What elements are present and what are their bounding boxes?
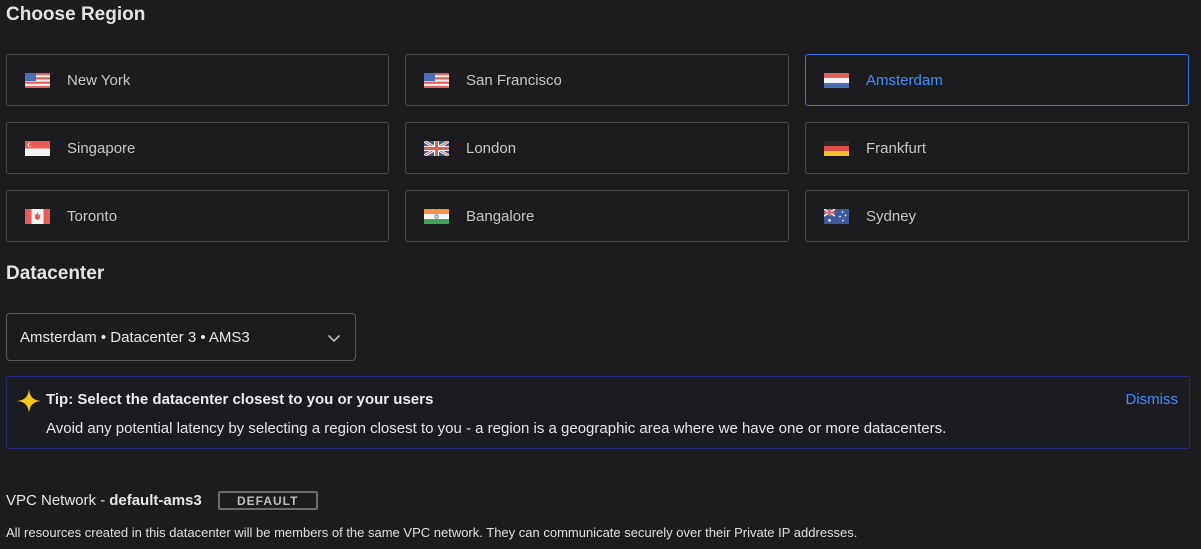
datacenter-title: Datacenter — [6, 263, 105, 284]
netherlands-flag-icon — [824, 72, 849, 88]
region-label: Frankfurt — [866, 139, 927, 157]
vpc-label: VPC Network - — [6, 492, 106, 509]
australia-flag-icon — [824, 208, 849, 224]
vpc-description: All resources created in this datacenter… — [6, 525, 858, 540]
region-card-london[interactable]: London — [405, 122, 789, 174]
region-card-frankfurt[interactable]: Frankfurt — [805, 122, 1189, 174]
datacenter-select-value: Amsterdam • Datacenter 3 • AMS3 — [20, 328, 250, 346]
region-card-san-francisco[interactable]: San Francisco — [405, 54, 789, 106]
choose-region-title: Choose Region — [6, 4, 146, 25]
region-label: Amsterdam — [866, 71, 943, 89]
tip-body: Avoid any potential latency by selecting… — [46, 420, 947, 437]
india-flag-icon — [424, 208, 449, 224]
region-label: Toronto — [67, 207, 118, 225]
region-label: Bangalore — [466, 207, 535, 225]
sparkle-icon — [17, 389, 41, 413]
region-card-amsterdam[interactable]: Amsterdam — [805, 54, 1189, 106]
region-label: Singapore — [67, 139, 136, 157]
uk-flag-icon — [424, 140, 449, 156]
vpc-network-row: VPC Network - default-ams3 DEFAULT — [6, 491, 318, 510]
region-label: San Francisco — [466, 71, 562, 89]
chevron-down-icon — [327, 334, 341, 343]
us-flag-icon — [424, 72, 449, 88]
dismiss-link[interactable]: Dismiss — [1126, 391, 1179, 408]
default-badge: DEFAULT — [217, 491, 318, 510]
region-card-new-york[interactable]: New York — [6, 54, 389, 106]
region-card-singapore[interactable]: Singapore — [6, 122, 389, 174]
us-flag-icon — [25, 72, 50, 88]
region-card-bangalore[interactable]: Bangalore — [405, 190, 789, 242]
germany-flag-icon — [824, 140, 849, 156]
datacenter-select[interactable]: Amsterdam • Datacenter 3 • AMS3 — [6, 313, 356, 361]
tip-banner: Tip: Select the datacenter closest to yo… — [6, 376, 1190, 449]
region-label: Sydney — [866, 207, 917, 225]
region-card-sydney[interactable]: Sydney — [805, 190, 1189, 242]
region-label: London — [466, 139, 517, 157]
canada-flag-icon — [25, 208, 50, 224]
vpc-name: default-ams3 — [109, 492, 202, 509]
region-card-toronto[interactable]: Toronto — [6, 190, 389, 242]
region-grid: New York San Francisco Amsterdam Singapo… — [6, 54, 1190, 242]
tip-title: Tip: Select the datacenter closest to yo… — [46, 391, 434, 408]
region-label: New York — [67, 71, 131, 89]
singapore-flag-icon — [25, 140, 50, 156]
